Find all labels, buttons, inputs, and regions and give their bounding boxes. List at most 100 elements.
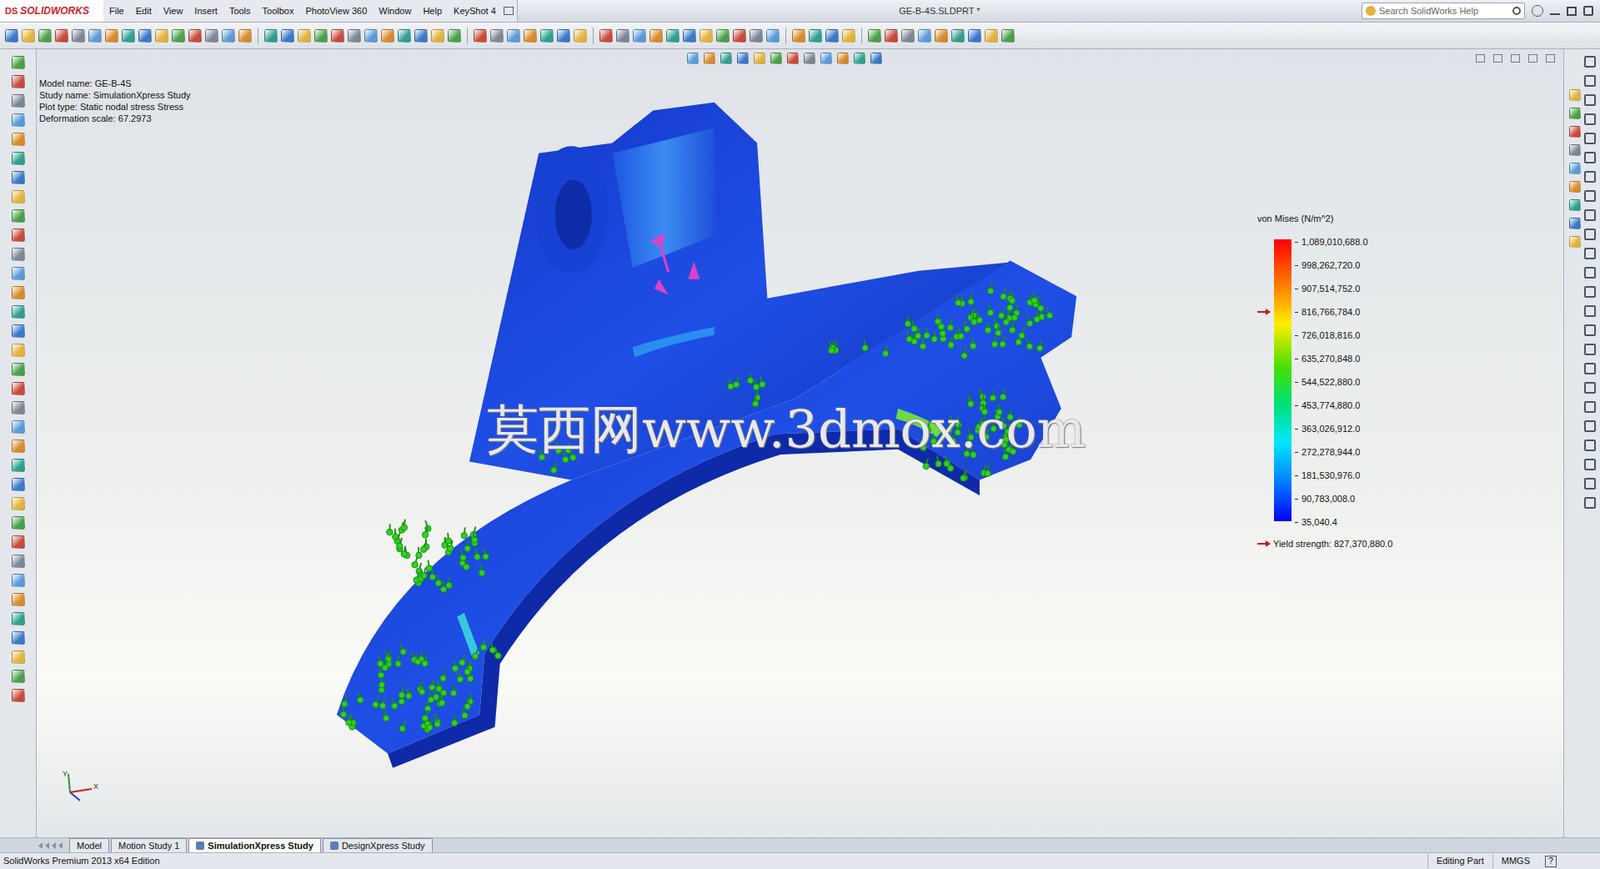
tool-icon[interactable] bbox=[1569, 199, 1581, 211]
tool-icon[interactable] bbox=[616, 29, 630, 43]
tool-icon[interactable] bbox=[11, 439, 26, 453]
tool-icon[interactable] bbox=[11, 381, 26, 396]
sketch-tool-icon[interactable] bbox=[1584, 458, 1596, 471]
tool-icon[interactable] bbox=[770, 52, 783, 65]
status-help[interactable]: ? bbox=[1544, 855, 1557, 868]
tool-icon[interactable] bbox=[523, 29, 537, 43]
tool-icon[interactable] bbox=[11, 458, 26, 472]
tool-icon[interactable] bbox=[632, 29, 647, 43]
study-tab[interactable]: SimulationXpress Study bbox=[188, 837, 322, 853]
search-box[interactable]: Search SolidWorks Help bbox=[1361, 2, 1525, 20]
tool-icon[interactable] bbox=[11, 573, 26, 587]
tool-icon[interactable] bbox=[11, 266, 26, 281]
tool-icon[interactable] bbox=[364, 29, 378, 43]
tool-icon[interactable] bbox=[138, 29, 152, 43]
tool-icon[interactable] bbox=[171, 29, 186, 43]
tool-icon[interactable] bbox=[314, 29, 328, 43]
tool-icon[interactable] bbox=[221, 29, 236, 43]
tool-icon[interactable] bbox=[11, 247, 26, 261]
tool-icon[interactable] bbox=[205, 29, 219, 43]
study-tab[interactable]: DesignXpress Study bbox=[322, 837, 433, 853]
tool-icon[interactable] bbox=[968, 29, 982, 43]
tool-icon[interactable] bbox=[687, 52, 699, 65]
tool-icon[interactable] bbox=[1569, 162, 1581, 175]
tool-icon[interactable] bbox=[1569, 89, 1581, 101]
tool-icon[interactable] bbox=[11, 285, 26, 300]
tool-icon[interactable] bbox=[842, 29, 856, 43]
tool-icon[interactable] bbox=[264, 29, 278, 43]
tool-icon[interactable] bbox=[984, 29, 999, 43]
sketch-tool-icon[interactable] bbox=[1584, 209, 1596, 221]
tool-icon[interactable] bbox=[573, 29, 587, 43]
tool-icon[interactable] bbox=[792, 29, 806, 43]
tool-icon[interactable] bbox=[1569, 144, 1581, 156]
tool-icon[interactable] bbox=[11, 343, 26, 357]
sketch-tool-icon[interactable] bbox=[1584, 305, 1596, 317]
tool-icon[interactable] bbox=[716, 29, 730, 43]
sketch-tool-icon[interactable] bbox=[1584, 401, 1596, 413]
tool-icon[interactable] bbox=[11, 228, 26, 242]
sketch-tool-icon[interactable] bbox=[1584, 132, 1596, 145]
tool-icon[interactable] bbox=[1569, 235, 1581, 248]
solidworks-logo[interactable]: DSSOLIDWORKS bbox=[0, 0, 104, 22]
tool-icon[interactable] bbox=[11, 170, 26, 185]
tool-icon[interactable] bbox=[11, 324, 26, 338]
tool-icon[interactable] bbox=[901, 29, 915, 43]
tool-icon[interactable] bbox=[699, 29, 713, 43]
sketch-tool-icon[interactable] bbox=[1584, 362, 1596, 375]
tool-icon[interactable] bbox=[490, 29, 504, 43]
sketch-tool-icon[interactable] bbox=[1584, 285, 1596, 298]
menu-item[interactable]: KeyShot 4 bbox=[447, 0, 502, 23]
pin-icon[interactable] bbox=[503, 6, 514, 16]
tool-icon[interactable] bbox=[853, 52, 866, 65]
tool-icon[interactable] bbox=[951, 29, 965, 43]
tool-icon[interactable] bbox=[11, 554, 26, 568]
tool-icon[interactable] bbox=[21, 29, 36, 43]
sketch-tool-icon[interactable] bbox=[1584, 324, 1596, 337]
tool-icon[interactable] bbox=[808, 29, 823, 43]
tool-icon[interactable] bbox=[766, 29, 780, 43]
study-tab[interactable]: Model bbox=[69, 837, 110, 853]
tool-icon[interactable] bbox=[11, 190, 26, 204]
tool-icon[interactable] bbox=[787, 52, 799, 65]
tool-icon[interactable] bbox=[1001, 29, 1015, 43]
tool-icon[interactable] bbox=[1569, 180, 1581, 193]
tool-icon[interactable] bbox=[38, 29, 52, 43]
sketch-tool-icon[interactable] bbox=[1584, 477, 1596, 490]
graphics-viewport[interactable]: Model name: GE-B-4SStudy name: Simulatio… bbox=[36, 49, 1564, 838]
tool-icon[interactable] bbox=[155, 29, 169, 43]
menu-item[interactable]: Window bbox=[372, 0, 417, 23]
study-tab[interactable]: Motion Study 1 bbox=[110, 837, 187, 853]
sketch-tool-icon[interactable] bbox=[1584, 381, 1596, 394]
sketch-tool-icon[interactable] bbox=[1584, 170, 1596, 183]
tool-icon[interactable] bbox=[11, 420, 26, 434]
viewport-control-icon[interactable] bbox=[1528, 54, 1538, 63]
sketch-tool-icon[interactable] bbox=[1584, 94, 1596, 106]
tool-icon[interactable] bbox=[11, 55, 26, 70]
viewport-control-icon[interactable] bbox=[1510, 54, 1520, 63]
tool-icon[interactable] bbox=[297, 29, 311, 43]
tool-icon[interactable] bbox=[11, 477, 26, 492]
tool-icon[interactable] bbox=[11, 650, 26, 664]
tool-icon[interactable] bbox=[11, 94, 26, 108]
tool-icon[interactable] bbox=[1569, 217, 1581, 230]
tool-icon[interactable] bbox=[870, 52, 883, 65]
sketch-tool-icon[interactable] bbox=[1584, 343, 1596, 356]
tool-icon[interactable] bbox=[188, 29, 202, 43]
sketch-tool-icon[interactable] bbox=[1584, 190, 1596, 202]
menu-item[interactable]: File bbox=[103, 0, 131, 23]
tool-icon[interactable] bbox=[732, 29, 747, 43]
sketch-tool-icon[interactable] bbox=[1584, 75, 1596, 87]
menu-item[interactable]: PhotoView 360 bbox=[299, 0, 373, 23]
viewport-control-icon[interactable] bbox=[1493, 54, 1503, 63]
sketch-tool-icon[interactable] bbox=[1584, 151, 1596, 164]
tool-icon[interactable] bbox=[666, 29, 680, 43]
tool-icon[interactable] bbox=[11, 516, 26, 530]
tool-icon[interactable] bbox=[121, 29, 136, 43]
tool-icon[interactable] bbox=[820, 52, 833, 65]
tool-icon[interactable] bbox=[11, 496, 26, 511]
tool-icon[interactable] bbox=[11, 209, 26, 223]
sketch-tool-icon[interactable] bbox=[1584, 247, 1596, 260]
sketch-tool-icon[interactable] bbox=[1584, 228, 1596, 241]
tool-icon[interactable] bbox=[1569, 107, 1581, 120]
